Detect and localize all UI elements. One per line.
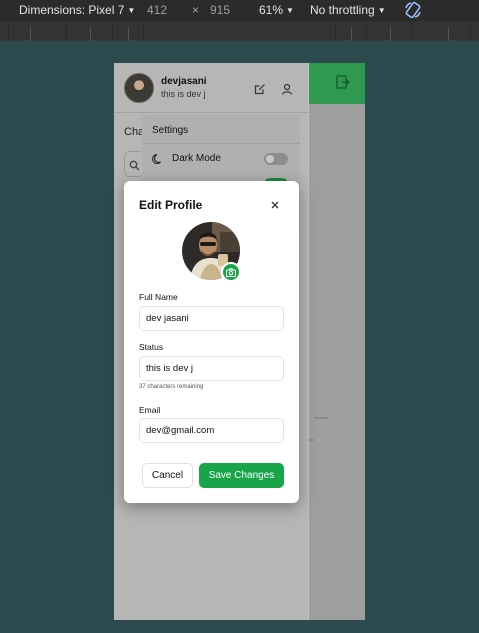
- chat-placeholder-line: [314, 417, 328, 419]
- width-input[interactable]: 412: [147, 3, 167, 17]
- edit-icon[interactable]: [254, 82, 266, 100]
- full-name-input[interactable]: [139, 306, 284, 331]
- close-icon[interactable]: [269, 198, 281, 210]
- search-input[interactable]: [124, 151, 144, 177]
- logout-icon[interactable]: [336, 75, 351, 94]
- chat-panel: [308, 63, 365, 620]
- edit-profile-modal: Edit Profile Full Name Status 37 charact…: [124, 181, 299, 503]
- user-status: this is dev j: [161, 89, 206, 99]
- camera-icon[interactable]: [221, 262, 241, 282]
- sidebar-header: devjasani this is dev j: [114, 63, 309, 113]
- chevron-down-icon: ▼: [377, 6, 386, 15]
- toggle-knob: [266, 155, 274, 163]
- modal-title: Edit Profile: [139, 198, 203, 212]
- dimensions-select[interactable]: Dimensions: Pixel 7 ▼: [19, 3, 135, 17]
- dark-mode-toggle[interactable]: [264, 153, 288, 165]
- save-changes-button[interactable]: Save Changes: [199, 463, 284, 488]
- avatar[interactable]: [124, 73, 154, 103]
- devtools-device-toolbar: Dimensions: Pixel 7 ▼ 412 × 915 61% ▼ No t…: [0, 0, 479, 21]
- media-query-ruler: [0, 21, 479, 41]
- settings-title: Settings: [152, 125, 189, 136]
- times-separator: ×: [192, 3, 200, 17]
- divider: [142, 143, 300, 144]
- moon-icon: [152, 152, 164, 170]
- email-field[interactable]: [139, 418, 284, 443]
- zoom-select[interactable]: 61% ▼: [259, 3, 294, 17]
- dark-mode-label: Dark Mode: [172, 153, 221, 164]
- rotate-icon[interactable]: [404, 1, 422, 22]
- email-label: Email: [139, 405, 161, 415]
- chat-header: [308, 63, 365, 104]
- chevron-down-icon: ▼: [127, 6, 136, 15]
- search-icon: [129, 158, 140, 176]
- throttling-select[interactable]: No throttling ▼: [310, 3, 386, 17]
- status-input[interactable]: [139, 356, 284, 381]
- cancel-button[interactable]: Cancel: [142, 463, 193, 488]
- height-input[interactable]: 915: [210, 3, 230, 17]
- status-label: Status: [139, 342, 164, 352]
- user-icon[interactable]: [281, 82, 293, 100]
- chevron-down-icon: ▼: [286, 6, 294, 15]
- full-name-label: Full Name: [139, 292, 178, 302]
- status-char-counter: 37 characters remaining: [139, 384, 204, 390]
- username: devjasani: [161, 76, 207, 87]
